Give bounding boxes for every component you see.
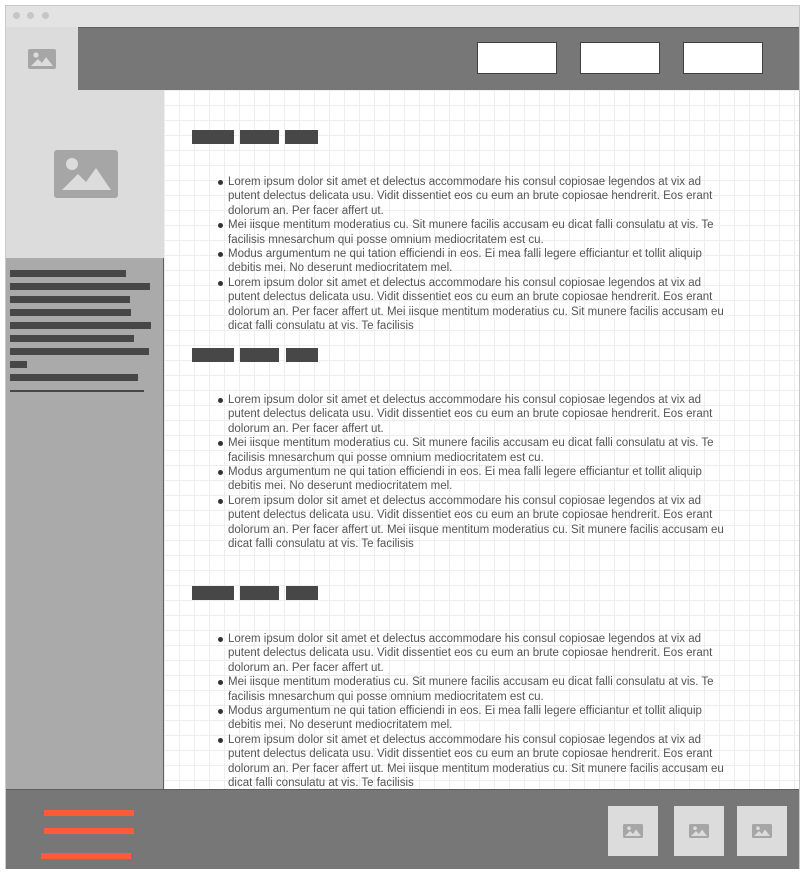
- heading-block: [240, 348, 279, 362]
- sidebar-text-line: [10, 335, 134, 342]
- window-dot-maximize[interactable]: [42, 12, 49, 19]
- sidebar-text-line: [10, 283, 150, 290]
- heading-block: [192, 130, 234, 144]
- bullet-item: Mei iisque mentitum moderatius cu. Sit m…: [212, 218, 732, 247]
- bullet-item: Modus argumentum ne qui tation efficiend…: [212, 704, 732, 733]
- menu-line: [44, 810, 134, 816]
- image-placeholder-icon: [623, 824, 643, 838]
- logo[interactable]: [6, 27, 78, 91]
- heading-block: [240, 130, 279, 144]
- footer-thumbnail[interactable]: [608, 806, 658, 856]
- bullet-item: Modus argumentum ne qui tation efficiend…: [212, 247, 732, 276]
- heading-block: [286, 586, 318, 600]
- section-heading-placeholder: [192, 348, 762, 362]
- bullet-item: Lorem ipsum dolor sit amet et delectus a…: [212, 175, 732, 218]
- sidebar-text-line: [10, 270, 126, 277]
- bullet-item: Lorem ipsum dolor sit amet et delectus a…: [212, 632, 732, 675]
- window-dot-close[interactable]: [13, 12, 20, 19]
- image-placeholder-icon: [54, 150, 118, 198]
- heading-block: [285, 130, 318, 144]
- bullet-list: Lorem ipsum dolor sit amet et delectus a…: [212, 175, 732, 333]
- sidebar: [6, 90, 164, 789]
- content-section: Lorem ipsum dolor sit amet et delectus a…: [192, 586, 762, 789]
- heading-block: [192, 348, 234, 362]
- site-header: [6, 27, 799, 92]
- window-titlebar: [6, 6, 799, 26]
- nav-button-1[interactable]: [477, 42, 557, 74]
- main-content: Lorem ipsum dolor sit amet et delectus a…: [164, 90, 799, 789]
- sidebar-text-line: [10, 348, 149, 355]
- content-section: Lorem ipsum dolor sit amet et delectus a…: [192, 348, 762, 550]
- footer-thumbnail[interactable]: [674, 806, 724, 856]
- sidebar-text-line: [10, 296, 130, 303]
- bullet-item: Lorem ipsum dolor sit amet et delectus a…: [212, 733, 732, 789]
- heading-block: [240, 586, 279, 600]
- footer-thumbnail[interactable]: [737, 806, 787, 856]
- sidebar-text-line: [10, 361, 27, 368]
- sidebar-divider: [10, 390, 144, 392]
- image-placeholder-icon: [28, 49, 56, 69]
- image-placeholder-icon: [689, 824, 709, 838]
- heading-block: [192, 586, 234, 600]
- image-placeholder-icon: [752, 824, 772, 838]
- bullet-list: Lorem ipsum dolor sit amet et delectus a…: [212, 632, 732, 789]
- sidebar-text-line: [10, 309, 131, 316]
- bullet-list: Lorem ipsum dolor sit amet et delectus a…: [212, 393, 732, 551]
- browser-window: Lorem ipsum dolor sit amet et delectus a…: [5, 5, 800, 869]
- site-footer: [6, 789, 799, 869]
- bullet-item: Mei iisque mentitum moderatius cu. Sit m…: [212, 436, 732, 465]
- nav-button-3[interactable]: [683, 42, 763, 74]
- bullet-item: Lorem ipsum dolor sit amet et delectus a…: [212, 393, 732, 436]
- bullet-item: Mei iisque mentitum moderatius cu. Sit m…: [212, 675, 732, 704]
- sidebar-text-placeholder: [10, 270, 151, 387]
- bullet-item: Lorem ipsum dolor sit amet et delectus a…: [212, 276, 732, 334]
- menu-line: [44, 828, 134, 834]
- nav-button-2[interactable]: [580, 42, 660, 74]
- bullet-item: Lorem ipsum dolor sit amet et delectus a…: [212, 494, 732, 552]
- sidebar-image: [6, 90, 164, 258]
- window-dot-minimize[interactable]: [27, 12, 34, 19]
- sidebar-text-line: [10, 322, 151, 329]
- section-heading-placeholder: [192, 130, 762, 144]
- content-section: Lorem ipsum dolor sit amet et delectus a…: [192, 130, 762, 332]
- heading-block: [286, 348, 318, 362]
- section-heading-placeholder: [192, 586, 762, 600]
- menu-line: [41, 853, 131, 859]
- bullet-item: Modus argumentum ne qui tation efficiend…: [212, 465, 732, 494]
- sidebar-text-line: [10, 374, 138, 381]
